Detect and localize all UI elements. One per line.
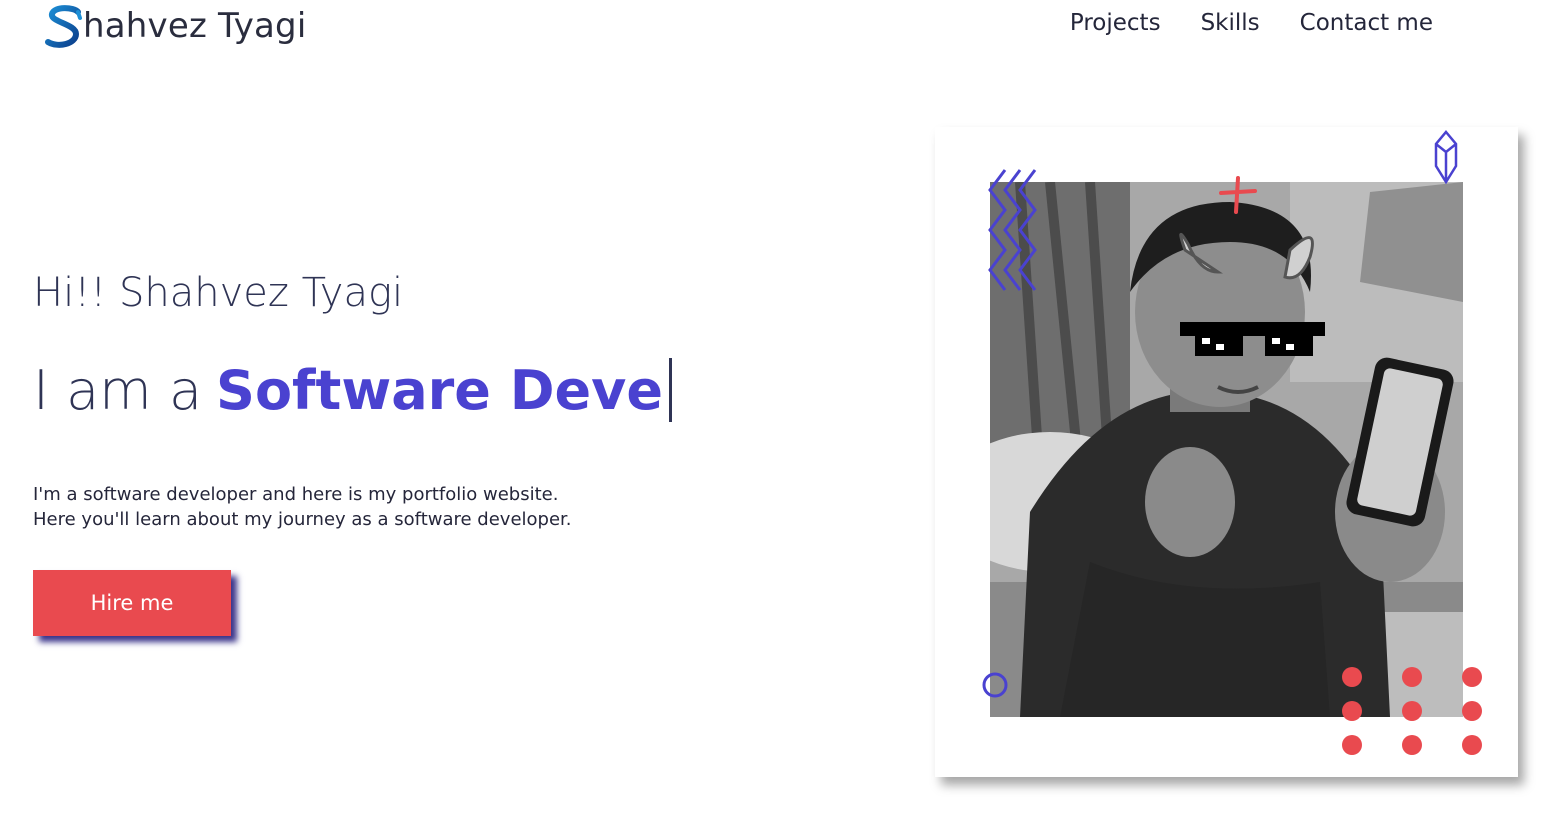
nav-skills[interactable]: Skills [1201,10,1260,36]
circle-decoration-icon [982,672,1008,698]
logo-text: hahvez Tyagi [83,6,307,46]
profile-photo-illustration [990,182,1463,717]
zigzag-decoration-icon [988,169,1037,291]
intro-line-2: Here you'll learn about my journey as a … [33,509,572,530]
site-header: hahvez Tyagi Projects Skills Contact me [0,0,1541,60]
main-nav: Projects Skills Contact me [1070,10,1433,36]
hero-role-line: I am a Software Deve [33,358,672,422]
hire-me-button[interactable]: Hire me [33,570,231,636]
site-logo[interactable]: hahvez Tyagi [44,4,306,52]
intro-line-1: I'm a software developer and here is my … [33,484,559,505]
hero-greeting: Hi!! Shahvez Tyagi [33,270,404,316]
s-logo-icon [45,5,82,48]
plus-decoration-icon [1219,176,1257,214]
role-typed-text: Software Deve [216,358,663,422]
dots-decoration-icon [1342,667,1482,755]
typing-cursor [669,358,672,422]
hero-intro: I'm a software developer and here is my … [33,482,653,532]
profile-photo [990,182,1463,717]
nav-contact[interactable]: Contact me [1300,10,1433,36]
crystal-decoration-icon [1434,130,1458,184]
role-prefix: I am a [33,358,203,422]
nav-projects[interactable]: Projects [1070,10,1161,36]
